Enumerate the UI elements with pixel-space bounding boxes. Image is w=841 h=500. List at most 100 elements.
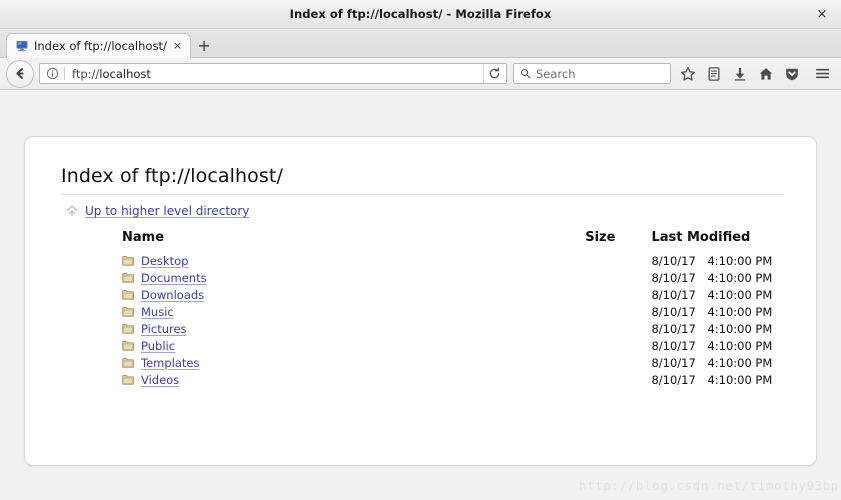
pocket-shield-icon[interactable] <box>779 62 805 86</box>
table-row[interactable]: Downloads 8/10/17 4:10:00 PM <box>25 286 816 303</box>
row-time: 4:10:00 PM <box>707 321 773 336</box>
url-input[interactable]: ftp://localhost <box>65 67 483 81</box>
row-name-cell: Downloads <box>25 286 530 303</box>
new-tab-button[interactable]: + <box>191 33 217 58</box>
directory-link[interactable]: Downloads <box>141 288 204 302</box>
window-title: Index of ftp://localhost/ - Mozilla Fire… <box>289 7 552 21</box>
table-row[interactable]: Templates 8/10/17 4:10:00 PM <box>25 354 816 371</box>
reload-icon <box>488 67 501 80</box>
search-icon <box>520 68 531 79</box>
row-time: 4:10:00 PM <box>707 253 773 268</box>
row-size-cell <box>530 337 618 354</box>
row-date: 8/10/17 <box>651 270 696 285</box>
firefox-window: Index of ftp://localhost/ - Mozilla Fire… <box>0 0 841 500</box>
row-name-cell: Desktop <box>25 252 530 269</box>
row-modified-cell: 8/10/17 4:10:00 PM <box>617 252 816 269</box>
row-modified-cell: 8/10/17 4:10:00 PM <box>617 371 816 388</box>
row-modified-cell: 8/10/17 4:10:00 PM <box>617 354 816 371</box>
folder-icon <box>122 289 135 301</box>
table-row[interactable]: Videos 8/10/17 4:10:00 PM <box>25 371 816 388</box>
table-row[interactable]: Public 8/10/17 4:10:00 PM <box>25 337 816 354</box>
search-bar[interactable]: Search <box>513 63 671 84</box>
directory-link[interactable]: Templates <box>141 356 199 370</box>
tab-close-icon[interactable]: × <box>172 40 183 52</box>
browser-content-area: Index of ftp://localhost/ Up to higher l… <box>0 90 841 500</box>
row-size-cell <box>530 252 618 269</box>
row-time: 4:10:00 PM <box>707 372 773 387</box>
row-time: 4:10:00 PM <box>707 304 773 319</box>
row-date: 8/10/17 <box>651 338 696 353</box>
row-date: 8/10/17 <box>651 304 696 319</box>
window-close-icon[interactable]: × <box>813 5 831 23</box>
row-size-cell <box>530 320 618 337</box>
column-header-size[interactable]: Size <box>530 230 618 252</box>
bookmark-star-icon[interactable] <box>675 62 701 86</box>
url-scheme: ftp:// <box>72 66 100 81</box>
url-bar[interactable]: ftp://localhost <box>39 63 507 84</box>
folder-icon <box>122 340 135 352</box>
row-size-cell <box>530 354 618 371</box>
back-button[interactable] <box>6 59 34 88</box>
directory-link[interactable]: Documents <box>141 271 207 285</box>
tab-title: Index of ftp://localhost/ <box>34 39 167 53</box>
row-time: 4:10:00 PM <box>707 338 773 353</box>
row-time: 4:10:00 PM <box>707 355 773 370</box>
url-host: localhost <box>99 66 151 81</box>
hamburger-menu-icon[interactable] <box>809 62 835 86</box>
reload-button[interactable] <box>483 64 506 83</box>
directory-link[interactable]: Desktop <box>141 254 188 268</box>
home-icon[interactable] <box>753 62 779 86</box>
site-identity-button[interactable] <box>40 64 64 83</box>
column-header-last-modified[interactable]: Last Modified <box>617 230 816 252</box>
folder-icon <box>122 272 135 284</box>
computer-icon <box>15 39 29 53</box>
row-name-cell: Pictures <box>25 320 530 337</box>
row-modified-cell: 8/10/17 4:10:00 PM <box>617 286 816 303</box>
column-header-name[interactable]: Name <box>25 230 530 252</box>
row-date: 8/10/17 <box>651 253 696 268</box>
page-title: Index of ftp://localhost/ <box>61 165 283 187</box>
row-name-cell: Documents <box>25 269 530 286</box>
table-row[interactable]: Pictures 8/10/17 4:10:00 PM <box>25 320 816 337</box>
directory-table: Name Size Last Modified Desktop 8/10/17 … <box>25 230 816 388</box>
row-name-cell: Templates <box>25 354 530 371</box>
row-modified-cell: 8/10/17 4:10:00 PM <box>617 337 816 354</box>
row-modified-cell: 8/10/17 4:10:00 PM <box>617 269 816 286</box>
table-row[interactable]: Music 8/10/17 4:10:00 PM <box>25 303 816 320</box>
row-modified-cell: 8/10/17 4:10:00 PM <box>617 303 816 320</box>
toolbar-icon-group <box>675 62 835 86</box>
table-row[interactable]: Documents 8/10/17 4:10:00 PM <box>25 269 816 286</box>
directory-link[interactable]: Public <box>141 339 175 353</box>
tab-index-of-ftp-localhost[interactable]: Index of ftp://localhost/ × <box>6 33 192 58</box>
arrow-up-icon <box>65 204 79 218</box>
folder-icon <box>122 374 135 386</box>
row-size-cell <box>530 269 618 286</box>
up-to-higher-level-directory-link[interactable]: Up to higher level directory <box>85 204 249 218</box>
library-icon[interactable] <box>701 62 727 86</box>
directory-table-body: Desktop 8/10/17 4:10:00 PM Documents 8/1… <box>25 252 816 388</box>
row-modified-cell: 8/10/17 4:10:00 PM <box>617 320 816 337</box>
directory-link[interactable]: Videos <box>141 373 179 387</box>
row-size-cell <box>530 371 618 388</box>
window-titlebar: Index of ftp://localhost/ - Mozilla Fire… <box>0 0 841 29</box>
directory-link[interactable]: Music <box>141 305 174 319</box>
directory-table-head: Name Size Last Modified <box>25 230 816 252</box>
folder-icon <box>122 255 135 267</box>
folder-icon <box>122 323 135 335</box>
directory-listing-card: Index of ftp://localhost/ Up to higher l… <box>24 136 817 466</box>
row-name-cell: Music <box>25 303 530 320</box>
download-icon[interactable] <box>727 62 753 86</box>
row-date: 8/10/17 <box>651 287 696 302</box>
row-time: 4:10:00 PM <box>707 287 773 302</box>
row-time: 4:10:00 PM <box>707 270 773 285</box>
row-date: 8/10/17 <box>651 321 696 336</box>
info-icon <box>46 67 59 80</box>
directory-link[interactable]: Pictures <box>141 322 187 336</box>
row-date: 8/10/17 <box>651 355 696 370</box>
up-directory-row[interactable]: Up to higher level directory <box>25 195 816 224</box>
row-size-cell <box>530 303 618 320</box>
folder-icon <box>122 306 135 318</box>
table-row[interactable]: Desktop 8/10/17 4:10:00 PM <box>25 252 816 269</box>
search-input[interactable]: Search <box>536 67 576 81</box>
row-size-cell <box>530 286 618 303</box>
